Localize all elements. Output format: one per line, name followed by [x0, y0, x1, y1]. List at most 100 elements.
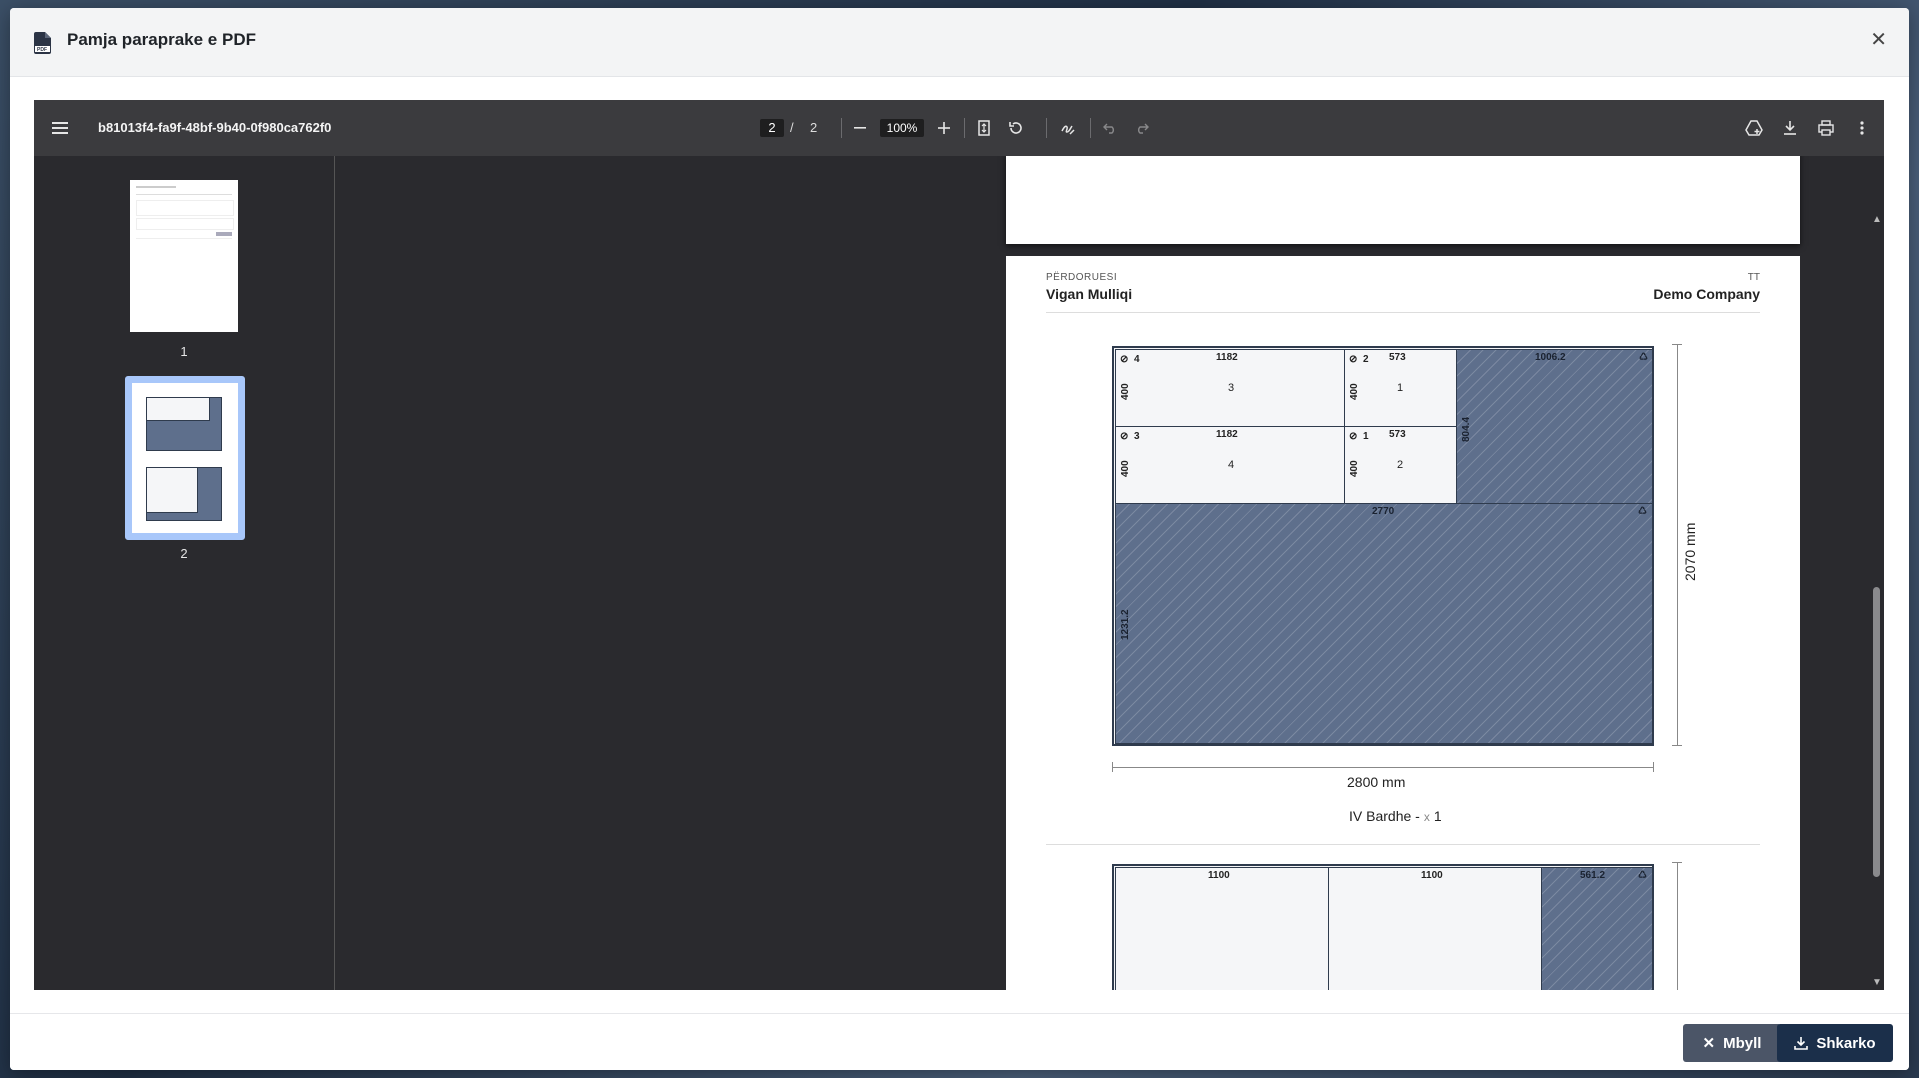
fit-page-icon[interactable] — [972, 100, 996, 156]
part-width: 1100 — [1208, 870, 1230, 881]
dimension-tick — [1672, 745, 1682, 746]
section-divider — [1046, 844, 1760, 845]
zoom-in-icon[interactable] — [932, 100, 956, 156]
redo-icon[interactable] — [1130, 100, 1154, 156]
page-1 — [1006, 156, 1800, 244]
undo-icon[interactable] — [1098, 100, 1122, 156]
sheet-height-label: 2070 mm — [1682, 522, 1698, 581]
part-width: 573 — [1389, 429, 1406, 440]
cut-part: ⊘ 2 573 400 1 — [1344, 349, 1457, 427]
part-link-number: 3 — [1134, 431, 1140, 442]
thumbnail-sidebar: 1 2 — [34, 156, 335, 990]
header-divider — [1046, 312, 1760, 313]
user-label: PËRDORUESI — [1046, 272, 1118, 283]
part-height: 400 — [1349, 460, 1360, 477]
download-button-label: Shkarko — [1816, 1034, 1876, 1052]
toolbar-divider — [841, 118, 842, 138]
part-width: 1100 — [1421, 870, 1443, 881]
waste-area: 2770 1231.2 ♺ — [1115, 503, 1653, 744]
part-height: 400 — [1120, 460, 1131, 477]
part-number: 4 — [1228, 459, 1235, 471]
height-dimension-line — [1677, 862, 1678, 990]
pdf-preview-modal: PDF Pamja paraprake e PDF ✕ b81013f4-fa9… — [10, 8, 1909, 1070]
page-total: 2 — [810, 120, 818, 135]
part-link-number: 2 — [1363, 354, 1369, 365]
company-name: Demo Company — [1653, 286, 1760, 302]
download-icon — [1794, 1037, 1809, 1050]
pdf-viewer: b81013f4-fa9f-48bf-9b40-0f980ca762f0 2 /… — [34, 100, 1884, 990]
part-number: 3 — [1228, 382, 1235, 394]
download-button[interactable]: Shkarko — [1777, 1024, 1893, 1062]
cutting-sheet-1: ⊘ 4 1182 400 3 ⊘ 2 573 400 1 ⊘ 3 1182 40… — [1112, 346, 1654, 746]
waste-height: 1231.2 — [1120, 609, 1131, 640]
part-height: 400 — [1349, 383, 1360, 400]
close-button[interactable]: ✕ Mbyll — [1683, 1024, 1781, 1062]
menu-icon[interactable] — [48, 100, 72, 156]
toolbar-divider — [1046, 118, 1047, 138]
multiplier-sign: x — [1423, 810, 1430, 824]
width-dimension-line — [1112, 767, 1654, 768]
document-view: PËRDORUESI Vigan Mulliqi TT Demo Company… — [335, 156, 1884, 990]
sheet-width-label: 2800 mm — [1347, 774, 1406, 790]
page-thumbnail-2[interactable] — [125, 376, 245, 540]
document-filename: b81013f4-fa9f-48bf-9b40-0f980ca762f0 — [98, 120, 332, 135]
part-link-number: 4 — [1134, 354, 1140, 365]
print-icon[interactable] — [1814, 100, 1838, 156]
waste-area: 561.2 ♺ — [1541, 867, 1653, 990]
waste-width: 1006.2 — [1535, 352, 1566, 363]
thumbnail-label: 2 — [180, 546, 188, 561]
part-link-number: 1 — [1363, 431, 1369, 442]
scrollbar-thumb[interactable] — [1873, 587, 1880, 877]
cut-part: 1100 — [1115, 867, 1329, 990]
company-label: TT — [1747, 272, 1760, 283]
material-caption: IV Bardhe -x1 — [1349, 808, 1442, 824]
cut-part: 1100 — [1328, 867, 1542, 990]
page-thumbnail-1[interactable] — [130, 180, 238, 332]
link-icon: ⊘ — [1349, 431, 1358, 442]
waste-area: 1006.2 804.4 ♺ — [1456, 349, 1653, 504]
material-name: IV Bardhe - — [1349, 808, 1420, 824]
pdf-file-icon: PDF — [34, 32, 51, 54]
scroll-down-icon[interactable]: ▼ — [1872, 977, 1882, 988]
link-icon: ⊘ — [1120, 431, 1129, 442]
close-icon: ✕ — [1702, 1035, 1716, 1052]
cutting-sheet-2: 1100 1100 561.2 ♺ — [1112, 864, 1654, 990]
toolbar-divider — [1090, 118, 1091, 138]
sheet-quantity: 1 — [1433, 808, 1442, 824]
dimension-tick — [1653, 762, 1654, 772]
part-width: 1182 — [1216, 429, 1238, 440]
zoom-level-input[interactable]: 100% — [880, 119, 924, 137]
modal-header: PDF Pamja paraprake e PDF ✕ — [10, 8, 1909, 77]
zoom-out-icon[interactable] — [848, 100, 872, 156]
toolbar-divider — [964, 118, 965, 138]
part-height: 400 — [1120, 383, 1131, 400]
svg-text:PDF: PDF — [37, 47, 47, 53]
waste-width: 2770 — [1372, 506, 1395, 517]
part-width: 1182 — [1216, 352, 1238, 363]
link-icon: ⊘ — [1120, 354, 1129, 365]
save-to-drive-icon[interactable] — [1742, 100, 1766, 156]
height-dimension-line — [1677, 344, 1678, 746]
waste-width: 561.2 — [1580, 870, 1606, 881]
modal-footer: ✕ Mbyll Shkarko — [10, 1013, 1909, 1070]
cut-part: ⊘ 3 1182 400 4 — [1115, 426, 1345, 504]
user-name: Vigan Mulliqi — [1046, 286, 1133, 302]
waste-height: 804.4 — [1461, 416, 1472, 442]
more-options-icon[interactable] — [1850, 100, 1874, 156]
download-icon[interactable] — [1778, 100, 1802, 156]
part-number: 2 — [1397, 459, 1404, 471]
modal-title: Pamja paraprake e PDF — [67, 30, 256, 49]
recycle-icon: ♺ — [1639, 352, 1648, 363]
viewer-toolbar: b81013f4-fa9f-48bf-9b40-0f980ca762f0 2 /… — [34, 100, 1884, 156]
part-width: 573 — [1389, 352, 1406, 363]
vertical-scrollbar[interactable]: ▲ ▼ — [1870, 212, 1884, 990]
scroll-up-icon[interactable]: ▲ — [1872, 214, 1882, 225]
link-icon: ⊘ — [1349, 354, 1358, 365]
rotate-icon[interactable] — [1004, 100, 1028, 156]
recycle-icon: ♺ — [1638, 506, 1647, 517]
cut-part: ⊘ 4 1182 400 3 — [1115, 349, 1345, 427]
annotate-icon[interactable] — [1056, 100, 1080, 156]
page-number-input[interactable]: 2 — [760, 119, 784, 137]
page-separator: / — [790, 120, 794, 135]
close-icon[interactable]: ✕ — [1870, 30, 1887, 50]
